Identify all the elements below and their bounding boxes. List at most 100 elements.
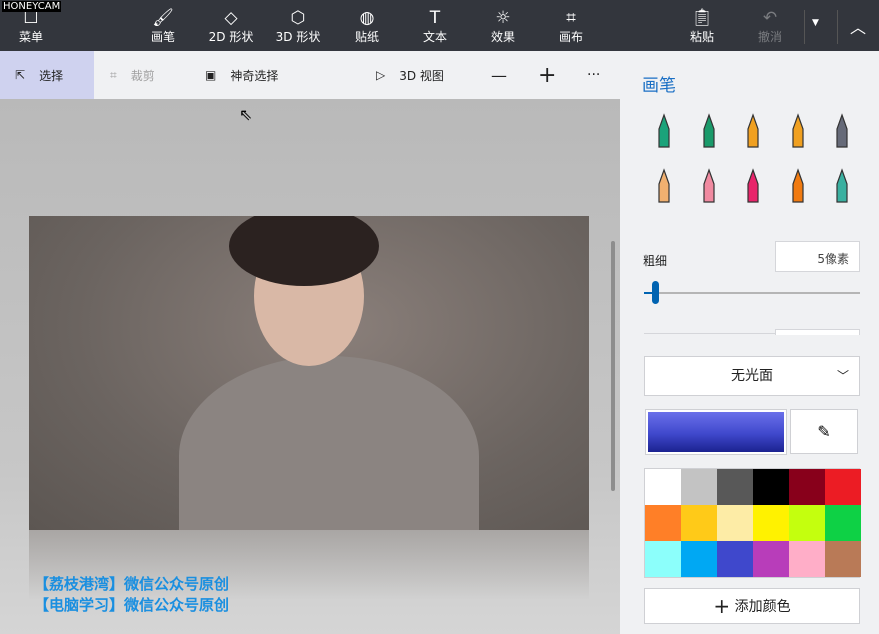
chevron-down-icon: ﹀ xyxy=(836,369,849,383)
color-swatch[interactable] xyxy=(825,505,861,541)
undo-icon: ↶ xyxy=(762,8,778,28)
finish-value: 无光面 xyxy=(731,368,773,384)
tab-3d-shapes[interactable]: ⬡ 3D 形状 xyxy=(268,8,328,45)
vertical-scrollbar[interactable] xyxy=(611,241,615,491)
color-palette xyxy=(644,468,861,578)
top-bar: ☐ 菜单 🖌︎ 画笔 ◇ 2D 形状 ⬡ 3D 形状 ◍ 贴纸 T 文本 ☼ 效果 ⌗ 画布 📋… xyxy=(0,0,879,51)
color-swatch[interactable] xyxy=(825,469,861,505)
more-button[interactable]: ··· xyxy=(587,51,600,99)
tab-label: 贴纸 xyxy=(354,30,379,44)
opacity-input[interactable] xyxy=(775,329,860,335)
plus-icon: + xyxy=(713,594,731,618)
menu-button[interactable]: ☐ 菜单 xyxy=(1,8,61,45)
color-swatch[interactable] xyxy=(789,505,825,541)
color-swatch[interactable] xyxy=(753,505,789,541)
undo-button[interactable]: ↶ 撤消 xyxy=(740,8,800,45)
clipboard-icon: 📋︎ xyxy=(691,8,713,28)
color-swatch[interactable] xyxy=(789,469,825,505)
view-3d-icon: ▷ xyxy=(376,68,386,82)
finish-dropdown[interactable]: 无光面 ﹀ xyxy=(644,356,860,396)
paste-label: 粘贴 xyxy=(689,30,714,44)
view-3d-button[interactable]: ▷ 3D 视图 xyxy=(376,51,444,99)
sticker-icon: ◍ xyxy=(359,8,375,28)
color-swatch[interactable] xyxy=(753,541,789,577)
spray-can-brush-icon[interactable] xyxy=(785,168,811,204)
canvas-icon: ⌗ xyxy=(566,8,576,28)
size-label: 粗细 xyxy=(643,254,668,268)
view-3d-label: 3D 视图 xyxy=(399,68,444,83)
cube-icon: ⬡ xyxy=(290,8,306,28)
watermark-text: 【电脑学习】微信公众号原创 xyxy=(34,596,230,614)
collapse-chevron-up-icon[interactable]: ︿ xyxy=(850,14,866,38)
watercolor-brush-icon[interactable] xyxy=(785,113,811,149)
eyedropper-button[interactable]: ✎ xyxy=(790,409,858,454)
tab-label: 效果 xyxy=(490,30,515,44)
crop-label: 裁剪 xyxy=(130,68,155,83)
brush-icon: 🖌︎ xyxy=(152,8,174,28)
slider-thumb[interactable] xyxy=(652,281,659,304)
history-dropdown-icon[interactable]: ▼ xyxy=(812,18,819,28)
color-swatch[interactable] xyxy=(717,469,753,505)
tab-label: 画布 xyxy=(558,30,583,44)
pencil-brush-icon[interactable] xyxy=(651,168,677,204)
tab-label: 文本 xyxy=(422,30,447,44)
crop-tool[interactable]: ⌗ 裁剪 xyxy=(110,51,155,99)
select-label: 选择 xyxy=(39,68,64,83)
color-swatch[interactable] xyxy=(753,469,789,505)
paste-button[interactable]: 📋︎ 粘贴 xyxy=(672,8,732,45)
tab-2d-shapes[interactable]: ◇ 2D 形状 xyxy=(201,8,261,45)
eraser-brush-icon[interactable] xyxy=(696,168,722,204)
color-swatch[interactable] xyxy=(681,469,717,505)
oil-brush-brush-icon[interactable] xyxy=(740,113,766,149)
color-swatch[interactable] xyxy=(825,541,861,577)
tab-label: 3D 形状 xyxy=(275,30,321,44)
tab-text[interactable]: T 文本 xyxy=(405,8,465,45)
size-input[interactable]: 5像素 xyxy=(775,241,860,272)
size-slider[interactable] xyxy=(644,281,860,304)
tab-canvas[interactable]: ⌗ 画布 xyxy=(541,8,601,45)
tab-label: 画笔 xyxy=(150,30,175,44)
watermark-text: 【荔枝港湾】微信公众号原创 xyxy=(34,575,230,593)
tab-stickers[interactable]: ◍ 贴纸 xyxy=(337,8,397,45)
canvas-area[interactable]: 【荔枝港湾】微信公众号原创 【电脑学习】微信公众号原创 xyxy=(0,99,620,634)
add-color-button[interactable]: + 添加颜色 xyxy=(644,588,860,624)
panel-title: 画笔 xyxy=(642,76,676,96)
current-color-swatch[interactable] xyxy=(645,409,787,455)
color-swatch[interactable] xyxy=(717,541,753,577)
undo-label: 撤消 xyxy=(757,30,782,44)
color-swatch[interactable] xyxy=(645,469,681,505)
marker-brush-icon[interactable] xyxy=(651,113,677,149)
mouse-cursor-icon: ⇖ xyxy=(239,105,253,124)
sun-icon: ☼ xyxy=(495,8,511,28)
magic-select-label: 神奇选择 xyxy=(230,68,279,83)
honeycam-watermark: HONEYCAM xyxy=(2,1,62,12)
color-swatch[interactable] xyxy=(789,541,825,577)
color-swatch[interactable] xyxy=(645,505,681,541)
fill-brush-icon[interactable] xyxy=(829,168,855,204)
crop-icon: ⌗ xyxy=(110,67,117,82)
add-color-label: 添加颜色 xyxy=(734,599,791,615)
tab-brushes[interactable]: 🖌︎ 画笔 xyxy=(133,8,193,45)
color-swatch[interactable] xyxy=(645,541,681,577)
photo-image xyxy=(29,216,589,530)
crayon-brush-icon[interactable] xyxy=(740,168,766,204)
color-swatch[interactable] xyxy=(681,505,717,541)
eyedropper-icon: ✎ xyxy=(817,422,831,441)
menu-label: 菜单 xyxy=(18,30,43,44)
pointer-icon: ⇱ xyxy=(15,68,26,82)
calligraphy-pen-brush-icon[interactable] xyxy=(696,113,722,149)
color-swatch[interactable] xyxy=(717,505,753,541)
magic-select-icon: ▣ xyxy=(205,68,217,82)
zoom-in-button[interactable]: + xyxy=(538,51,556,99)
secondary-toolbar: ⇱ 选择 ⌗ 裁剪 ▣ 神奇选择 ▷ 3D 视图 — + ··· xyxy=(0,51,620,99)
text-icon: T xyxy=(429,8,441,28)
color-swatch[interactable] xyxy=(681,541,717,577)
zoom-out-button[interactable]: — xyxy=(491,51,507,99)
tab-effects[interactable]: ☼ 效果 xyxy=(473,8,533,45)
select-tool[interactable]: ⇱ 选择 xyxy=(0,51,94,99)
pixel-pen-brush-icon[interactable] xyxy=(829,113,855,149)
shapes-2d-icon: ◇ xyxy=(224,8,238,28)
tab-label: 2D 形状 xyxy=(208,30,254,44)
magic-select-tool[interactable]: ▣ 神奇选择 xyxy=(205,51,278,99)
brushes-panel: 画笔 粗细 5像素 无光面 ﹀ ✎ + 添加颜色 xyxy=(620,51,879,634)
